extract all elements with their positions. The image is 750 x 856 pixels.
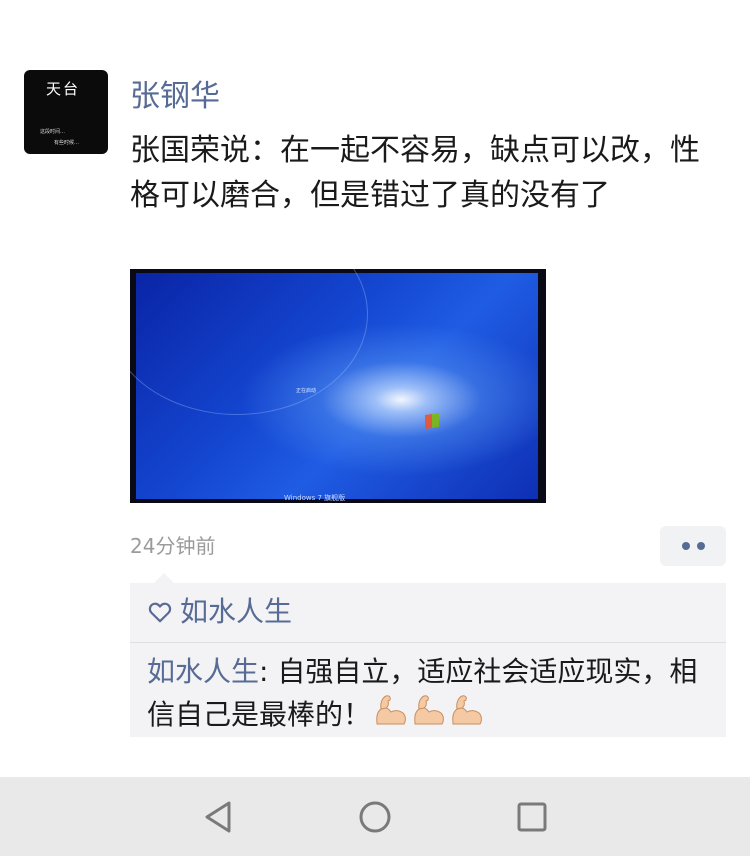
avatar-caption: 这段时间… xyxy=(40,129,66,135)
windows-boot-screen: 正在启动 Windows 7 旗舰版 xyxy=(130,269,538,502)
likes-row: 如水人生 xyxy=(130,583,726,642)
avatar-title: 天台 xyxy=(46,80,81,98)
comment-author[interactable]: 如水人生 xyxy=(147,655,259,688)
flexed-biceps-icon xyxy=(414,695,444,725)
more-dots-icon xyxy=(697,542,705,550)
back-triangle-icon[interactable] xyxy=(197,795,241,839)
windows-brand-text: Windows 7 旗舰版 xyxy=(284,494,346,502)
post-timestamp: 24分钟前 xyxy=(130,534,216,558)
system-navigation-bar xyxy=(0,777,750,856)
boot-status-text: 正在启动 xyxy=(296,388,317,394)
liker-name[interactable]: 如水人生 xyxy=(180,595,292,629)
post-author-name[interactable]: 张钢华 xyxy=(130,78,220,116)
heart-outline-icon xyxy=(148,602,172,623)
post-photo[interactable]: 正在启动 Windows 7 旗舰版 xyxy=(130,269,546,503)
comment-separator: : xyxy=(259,655,278,688)
comment-item[interactable]: 如水人生: 自强自立，适应社会适应现实，相信自己是最棒的！ xyxy=(147,651,707,739)
avatar[interactable]: 天台 这段时间… 有些时候… xyxy=(24,70,108,154)
flexed-biceps-icon xyxy=(376,695,406,725)
interaction-panel: 如水人生 如水人生: 自强自立，适应社会适应现实，相信自己是最棒的！ xyxy=(130,573,726,739)
emoji-group xyxy=(373,693,487,739)
panel-caret xyxy=(154,573,174,583)
windows-logo-icon xyxy=(425,413,439,429)
more-actions-button[interactable] xyxy=(660,526,726,566)
light-curve xyxy=(130,269,368,415)
flexed-biceps-icon xyxy=(452,695,482,725)
more-dots-icon xyxy=(682,542,690,550)
panel-divider xyxy=(130,642,726,643)
home-circle-icon[interactable] xyxy=(353,795,397,839)
recent-apps-square-icon[interactable] xyxy=(510,795,554,839)
avatar-caption: 有些时候… xyxy=(54,140,80,146)
post-text: 张国荣说：在一起不容易，缺点可以改，性格可以磨合，但是错过了真的没有了 xyxy=(130,133,700,213)
